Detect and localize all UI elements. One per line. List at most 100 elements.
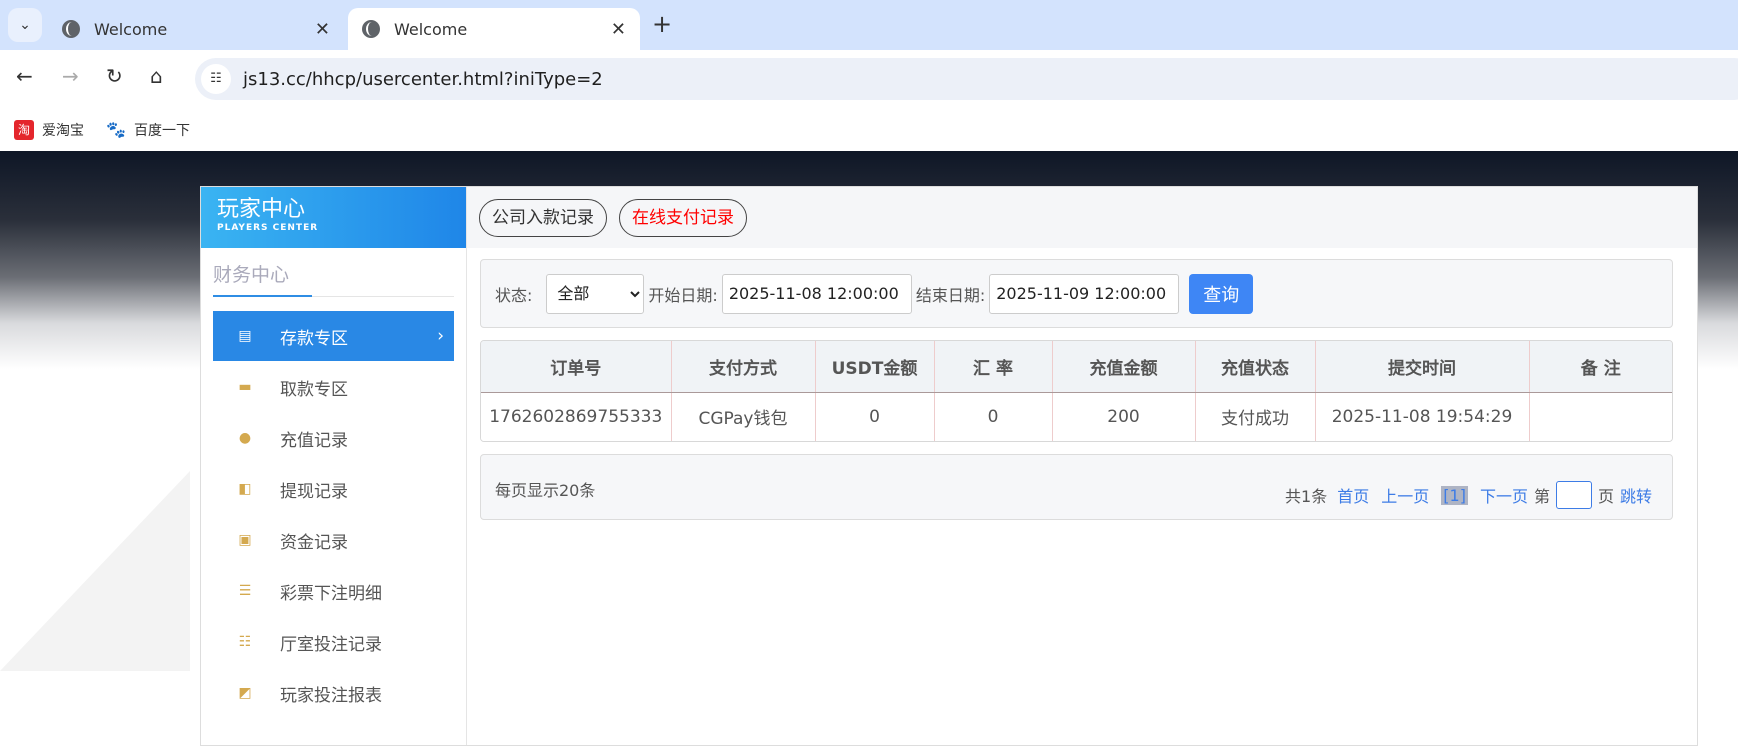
sidebar-item-hall-bets[interactable]: ☷ 厅室投注记录 bbox=[213, 617, 454, 667]
back-icon[interactable]: ← bbox=[16, 64, 33, 88]
bookmark-label: 百度一下 bbox=[134, 122, 190, 139]
baidu-icon: 🐾 bbox=[106, 119, 126, 139]
status-label: 状态: bbox=[495, 285, 533, 305]
sidebar-item-label: 存款专区 bbox=[280, 328, 348, 349]
page-background: 玩家中心 PLAYERS CENTER 财务中心 ▤ 存款专区 › ▬ 取款专区 ● 充… bbox=[0, 151, 1738, 746]
list-icon: ☷ bbox=[238, 634, 252, 650]
browser-tab-bar: ⌄ Welcome ✕ Welcome ✕ + bbox=[0, 0, 1738, 50]
globe-icon bbox=[62, 20, 80, 38]
sidebar-menu: ▤ 存款专区 › ▬ 取款专区 ● 充值记录 ◧ 提现记录 ▣ 资金记录 ☰ 彩票下注明细 ☷… bbox=[213, 311, 454, 718]
table-row: 1762602869755333 CGPay钱包 0 0 200 支付成功 20… bbox=[481, 392, 1672, 441]
sidebar-item-withdraw-records[interactable]: ◧ 提现记录 bbox=[213, 464, 454, 514]
bookmarks-bar: 淘爱淘宝 🐾 百度一下 bbox=[0, 108, 1738, 151]
column-header: 汇 率 bbox=[934, 341, 1053, 393]
forward-icon[interactable]: → bbox=[62, 64, 79, 88]
money-bag-icon: ● bbox=[238, 430, 252, 446]
start-date-label: 开始日期: bbox=[648, 285, 718, 305]
end-date-label: 结束日期: bbox=[915, 285, 986, 305]
total-count: 共1条 bbox=[1285, 487, 1328, 506]
globe-icon bbox=[362, 20, 380, 38]
reload-icon[interactable]: ↻ bbox=[106, 64, 123, 88]
sidebar-title: 玩家中心 bbox=[217, 197, 306, 222]
bookmark-label: 爱淘宝 bbox=[42, 122, 84, 139]
filter-bar: 状态: 全部 开始日期: 结束日期: 查询 bbox=[480, 259, 1673, 328]
sidebar-item-deposit[interactable]: ▤ 存款专区 › bbox=[213, 311, 454, 361]
sidebar-item-player-report[interactable]: ◩ 玩家投注报表 bbox=[213, 668, 454, 718]
next-page-link[interactable]: 下一页 bbox=[1480, 483, 1528, 507]
table-header-row: 订单号 支付方式 USDT金额 汇 率 充值金额 充值状态 提交时间 备 注 bbox=[481, 341, 1672, 393]
prev-page-link[interactable]: 上一页 bbox=[1381, 483, 1429, 507]
section-label: 财务中心 bbox=[213, 264, 290, 286]
column-header: 支付方式 bbox=[671, 341, 816, 393]
order-number-cell: 1762602869755333 bbox=[481, 392, 672, 441]
pagination-nav: 共1条 首页 上一页 [1] 下一页 第 页 跳转 bbox=[1285, 481, 1652, 509]
submit-time-cell: 2025-11-08 19:54:29 bbox=[1315, 392, 1530, 441]
bookmark-baidu[interactable]: 🐾 百度一下 bbox=[106, 120, 190, 140]
address-bar[interactable]: ☷ js13.cc/hhcp/usercenter.html?iniType=2 bbox=[195, 58, 1738, 100]
list-card-icon: ☰ bbox=[238, 583, 252, 599]
card-icon: ▤ bbox=[238, 328, 252, 344]
first-page-link[interactable]: 首页 bbox=[1337, 483, 1369, 507]
bookmark-taobao[interactable]: 淘爱淘宝 bbox=[14, 119, 84, 140]
cash-icon: ▣ bbox=[238, 532, 252, 548]
sidebar: 玩家中心 PLAYERS CENTER 财务中心 ▤ 存款专区 › ▬ 取款专区 ● 充… bbox=[201, 187, 467, 745]
url-text[interactable]: js13.cc/hhcp/usercenter.html?iniType=2 bbox=[243, 69, 603, 90]
browser-tab-active[interactable]: Welcome ✕ bbox=[348, 8, 640, 50]
exchange-rate-cell: 0 bbox=[934, 392, 1053, 441]
tab-search-button[interactable]: ⌄ bbox=[8, 8, 42, 42]
sidebar-item-label: 厅室投注记录 bbox=[280, 634, 382, 655]
chevron-right-icon: › bbox=[437, 326, 444, 346]
page-prefix: 第 bbox=[1533, 487, 1550, 506]
page-suffix: 页 bbox=[1597, 487, 1614, 506]
column-header: USDT金额 bbox=[815, 341, 935, 393]
status-select[interactable]: 全部 bbox=[546, 273, 645, 314]
sidebar-subtitle: PLAYERS CENTER bbox=[217, 223, 319, 233]
recharge-status-cell: 支付成功 bbox=[1195, 392, 1316, 441]
chart-icon: ◩ bbox=[238, 685, 252, 701]
sidebar-item-lottery-bets[interactable]: ☰ 彩票下注明细 bbox=[213, 566, 454, 616]
sidebar-item-recharge-records[interactable]: ● 充值记录 bbox=[213, 413, 454, 463]
page-number-input[interactable] bbox=[1555, 481, 1592, 509]
sidebar-item-fund-records[interactable]: ▣ 资金记录 bbox=[213, 515, 454, 565]
close-tab-icon[interactable]: ✕ bbox=[611, 19, 626, 40]
column-header: 充值状态 bbox=[1195, 341, 1316, 393]
tab-online-payment-records[interactable]: 在线支付记录 bbox=[619, 198, 747, 237]
per-page-text: 每页显示20条 bbox=[495, 481, 596, 500]
sidebar-item-label: 玩家投注报表 bbox=[280, 685, 382, 706]
section-tab-finance[interactable]: 财务中心 bbox=[213, 260, 454, 297]
sidebar-item-label: 取款专区 bbox=[280, 379, 348, 400]
browser-tab[interactable]: Welcome ✕ bbox=[48, 8, 344, 50]
query-button[interactable]: 查询 bbox=[1189, 273, 1254, 314]
column-header: 订单号 bbox=[481, 341, 672, 393]
site-info-icon[interactable]: ☷ bbox=[201, 64, 231, 94]
tab-company-deposit-records[interactable]: 公司入款记录 bbox=[479, 198, 607, 237]
remark-cell bbox=[1529, 392, 1672, 441]
tab-title: Welcome bbox=[394, 19, 468, 39]
sidebar-item-label: 充值记录 bbox=[280, 430, 348, 451]
recharge-amount-cell: 200 bbox=[1052, 392, 1196, 441]
user-center-panel: 玩家中心 PLAYERS CENTER 财务中心 ▤ 存款专区 › ▬ 取款专区 ● 充… bbox=[200, 186, 1698, 746]
records-table: 订单号 支付方式 USDT金额 汇 率 充值金额 充值状态 提交时间 备 注 1… bbox=[480, 340, 1673, 442]
browser-toolbar: ← → ↻ ⌂ ☷ js13.cc/hhcp/usercenter.html?i… bbox=[0, 50, 1738, 108]
end-date-input[interactable] bbox=[989, 273, 1180, 314]
decor-triangle bbox=[0, 471, 190, 671]
wallet-icon: ◧ bbox=[238, 481, 252, 497]
hand-money-icon: ▬ bbox=[238, 379, 252, 395]
sidebar-item-label: 彩票下注明细 bbox=[280, 583, 382, 604]
current-page: [1] bbox=[1441, 485, 1468, 505]
new-tab-button[interactable]: + bbox=[652, 10, 672, 38]
usdt-amount-cell: 0 bbox=[815, 392, 935, 441]
sidebar-item-withdraw[interactable]: ▬ 取款专区 bbox=[213, 362, 454, 412]
record-tabs: 公司入款记录 在线支付记录 bbox=[467, 187, 1697, 248]
main-content: 公司入款记录 在线支付记录 状态: 全部 开始日期: 结束日期: 查询 订单号 … bbox=[467, 187, 1697, 745]
jump-link[interactable]: 跳转 bbox=[1620, 483, 1652, 507]
close-tab-icon[interactable]: ✕ bbox=[315, 19, 330, 40]
sidebar-item-label: 提现记录 bbox=[280, 481, 348, 502]
taobao-icon: 淘 bbox=[14, 119, 34, 140]
payment-method-cell: CGPay钱包 bbox=[671, 392, 816, 441]
start-date-input[interactable] bbox=[721, 273, 912, 314]
players-center-logo: 玩家中心 PLAYERS CENTER bbox=[201, 187, 466, 248]
column-header: 充值金额 bbox=[1052, 341, 1196, 393]
home-icon[interactable]: ⌂ bbox=[150, 64, 163, 88]
sidebar-item-label: 资金记录 bbox=[280, 532, 348, 553]
